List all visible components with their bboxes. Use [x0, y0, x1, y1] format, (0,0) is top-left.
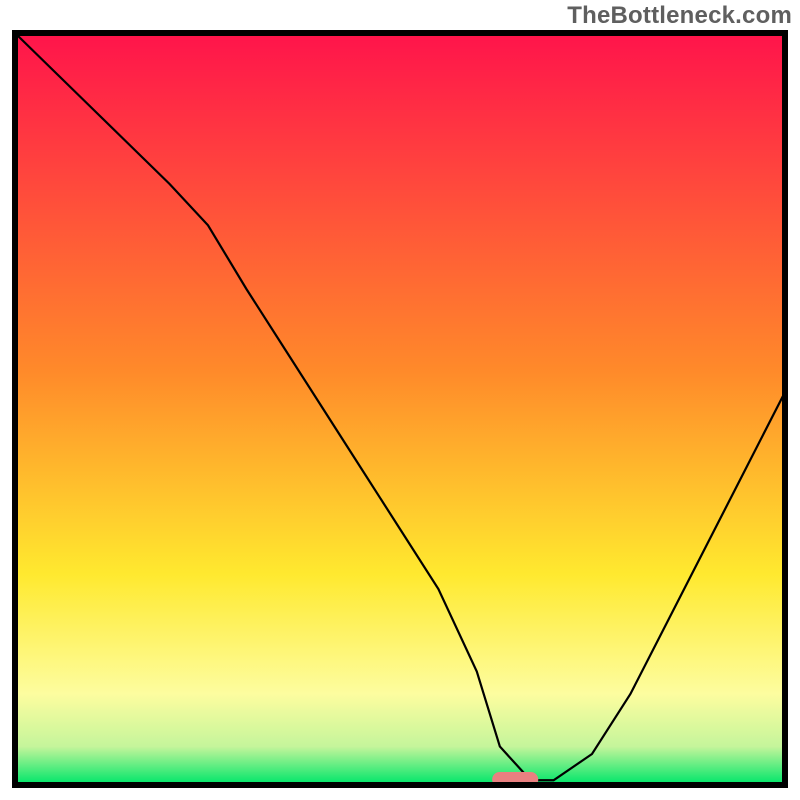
- plot-area: [12, 30, 788, 788]
- watermark-text: TheBottleneck.com: [567, 2, 792, 30]
- chart-container: TheBottleneck.com: [0, 0, 800, 800]
- plot-svg: [12, 30, 788, 788]
